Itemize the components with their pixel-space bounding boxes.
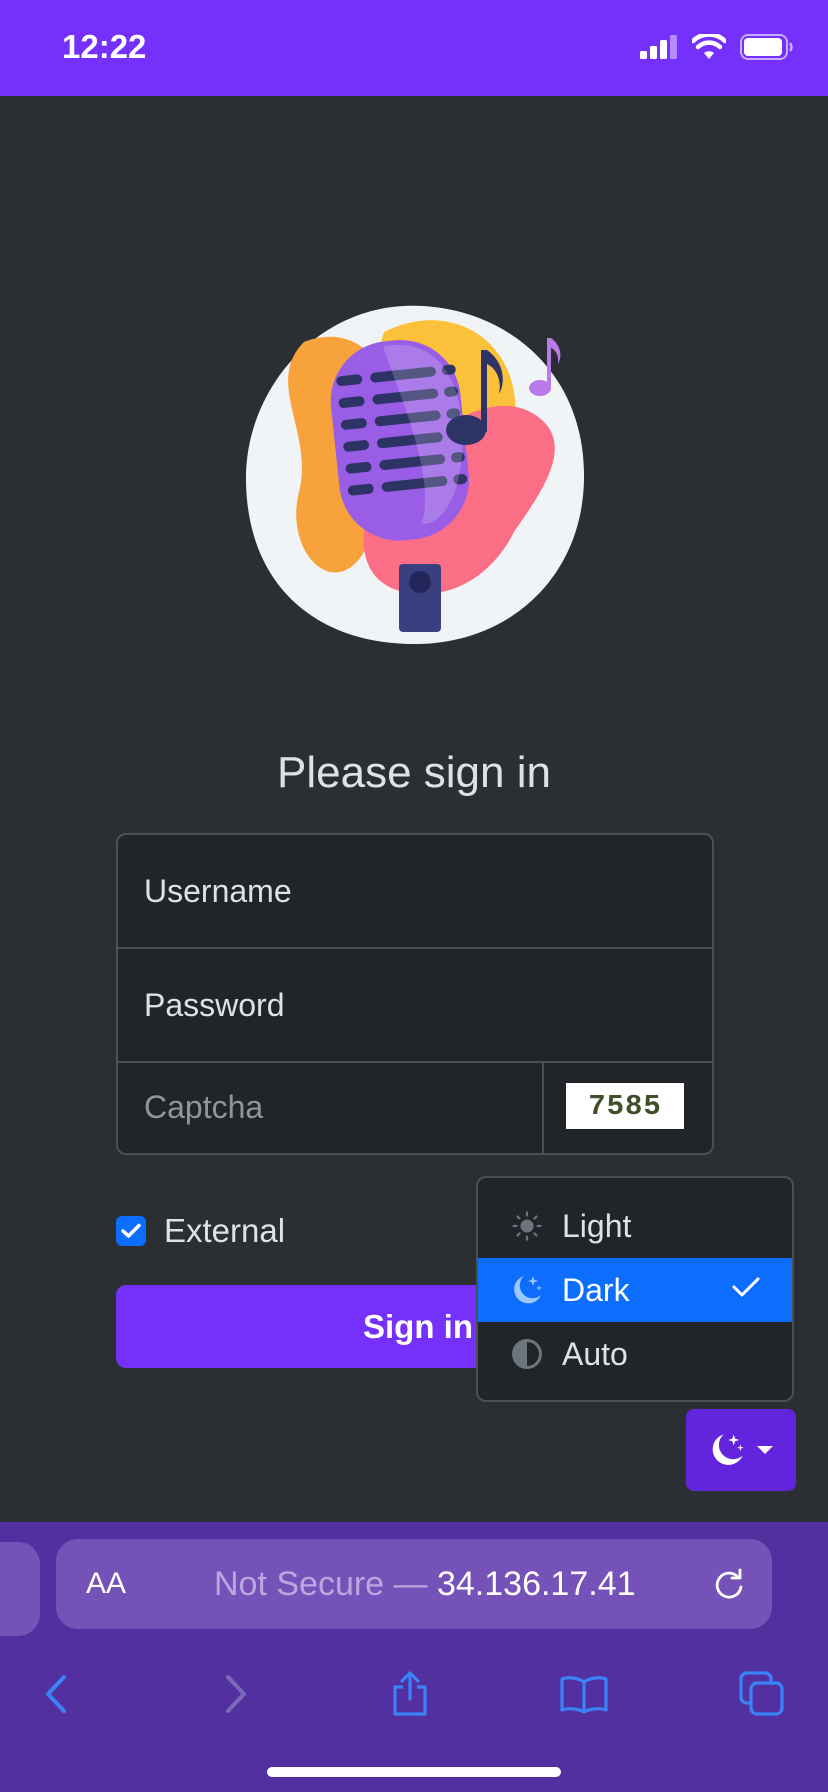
url-host: 34.136.17.41 (436, 1565, 636, 1603)
signal-icon (640, 35, 677, 59)
wifi-icon (692, 34, 726, 59)
captcha-image[interactable]: 7585 (566, 1083, 684, 1129)
forward-button[interactable] (206, 1664, 266, 1724)
microphone-logo (245, 305, 585, 645)
address-bar[interactable]: AA Not Secure — 34.136.17.41 (56, 1539, 772, 1629)
username-field-wrapper (118, 835, 712, 949)
moon-stars-icon (510, 1273, 544, 1307)
checkmark-icon (121, 1223, 141, 1238)
status-icons (640, 34, 794, 60)
moon-stars-icon (712, 1434, 744, 1465)
login-form: 7585 (116, 833, 714, 1155)
chevron-right-icon (226, 1675, 246, 1713)
home-indicator (267, 1767, 561, 1777)
captcha-field-wrapper (118, 1063, 544, 1153)
theme-option-auto[interactable]: Auto (478, 1322, 792, 1386)
share-icon (393, 1671, 427, 1716)
bookmarks-button[interactable] (554, 1664, 614, 1724)
check-icon (732, 1277, 760, 1297)
password-input[interactable] (144, 987, 684, 1024)
page-title: Please sign in (277, 748, 551, 797)
url-text[interactable]: Not Secure — 34.136.17.41 (214, 1565, 636, 1604)
theme-option-label: Auto (562, 1335, 628, 1372)
password-field-wrapper (118, 949, 712, 1063)
captcha-input[interactable] (144, 1089, 524, 1126)
browser-nav-row (0, 1656, 828, 1736)
browser-toolbar: AA Not Secure — 34.136.17.41 (0, 1522, 828, 1792)
theme-option-light[interactable]: Light (478, 1194, 792, 1258)
external-checkbox[interactable] (116, 1216, 146, 1246)
external-label: External (164, 1212, 286, 1249)
circle-half-icon (510, 1337, 544, 1371)
theme-option-label: Light (562, 1207, 632, 1244)
external-checkbox-row[interactable]: External (116, 1212, 285, 1250)
reload-icon[interactable] (712, 1567, 746, 1601)
url-security-prefix: Not Secure — (214, 1565, 437, 1603)
battery-icon (740, 34, 793, 60)
theme-toggle-button[interactable] (686, 1409, 796, 1491)
theme-option-label: Dark (562, 1271, 630, 1308)
status-bar: 12:22 (0, 0, 828, 96)
back-button[interactable] (26, 1664, 86, 1724)
sun-icon (510, 1209, 544, 1243)
theme-dropdown-menu: Light Dark Auto (476, 1176, 794, 1402)
caret-down-icon (757, 1446, 773, 1454)
username-input[interactable] (144, 873, 684, 910)
status-time: 12:22 (62, 28, 147, 65)
tabs-icon (739, 1671, 784, 1716)
chevron-left-icon (46, 1675, 66, 1713)
theme-option-dark[interactable]: Dark (478, 1258, 792, 1322)
book-icon (560, 1676, 608, 1714)
reader-settings-button[interactable]: AA (86, 1567, 126, 1601)
previous-tab-preview[interactable] (0, 1542, 40, 1636)
tabs-button[interactable] (732, 1664, 792, 1724)
share-button[interactable] (380, 1664, 440, 1724)
